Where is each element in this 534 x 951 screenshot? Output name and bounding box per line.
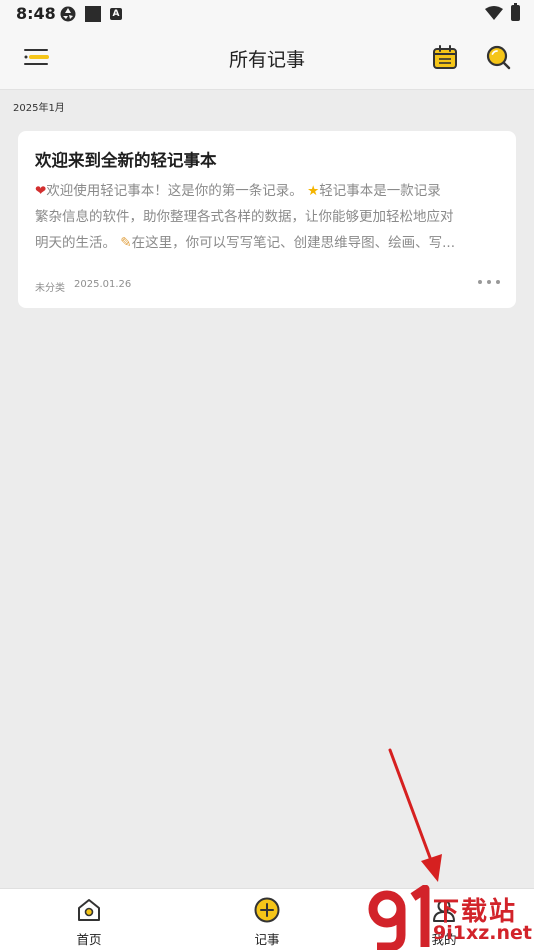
status-icons-left: A <box>60 5 131 23</box>
star-icon: ★ <box>307 183 320 199</box>
dot-icon <box>487 280 491 284</box>
nav-notes-label: 记事 <box>254 932 280 947</box>
month-group-label: 2025年1月 <box>13 103 65 114</box>
dot-icon <box>478 280 482 284</box>
status-time: 8:48 <box>16 4 56 23</box>
note-title: 欢迎来到全新的轻记事本 <box>35 151 217 170</box>
nav-home[interactable]: 首页 <box>49 889 129 951</box>
note-meta: 未分类 2025.01.26 <box>35 279 131 294</box>
square-icon <box>85 6 101 22</box>
note-preview-line: 繁杂信息的软件，助你整理各式各样的数据，让你能够更加轻松地应对 <box>35 209 454 225</box>
nav-home-label: 首页 <box>76 932 102 947</box>
note-card[interactable]: 欢迎来到全新的轻记事本 ❤欢迎使用轻记事本！这是你的第一条记录。 ★轻记事本是一… <box>18 131 516 308</box>
status-icons-right <box>485 3 520 21</box>
watermark-domain: 9i1xz.net <box>433 922 532 944</box>
note-preview: ❤欢迎使用轻记事本！这是你的第一条记录。 ★轻记事本是一款记录 繁杂信息的软件，… <box>35 178 501 256</box>
app-header: 所有记事 <box>0 28 534 90</box>
calendar-icon[interactable] <box>431 43 459 71</box>
note-date: 2025.01.26 <box>74 279 132 290</box>
heart-icon: ❤ <box>35 183 47 199</box>
note-category: 未分类 <box>35 283 65 294</box>
annotation-arrow <box>388 748 442 882</box>
a-badge-icon: A <box>110 8 122 20</box>
home-icon <box>78 899 100 921</box>
note-preview-line: 明天的生活。 ✎在这里，你可以写写笔记、创建思维导图、绘画、写... <box>35 235 455 251</box>
wifi-icon <box>485 6 503 20</box>
watermark-logo-icon <box>368 885 430 950</box>
site-watermark: 下载站 9i1xz.net <box>365 885 534 950</box>
memo-icon: ✎ <box>120 235 132 251</box>
more-options-button[interactable] <box>478 275 500 289</box>
search-icon[interactable] <box>484 43 512 71</box>
nav-notes[interactable]: 记事 <box>227 889 307 951</box>
dot-icon <box>496 280 500 284</box>
aperture-icon <box>60 6 76 22</box>
note-preview-line: ❤欢迎使用轻记事本！这是你的第一条记录。 ★轻记事本是一款记录 <box>35 183 441 199</box>
battery-icon <box>511 3 520 21</box>
add-circle-icon <box>254 897 280 923</box>
status-bar: 8:48 A <box>0 0 534 28</box>
